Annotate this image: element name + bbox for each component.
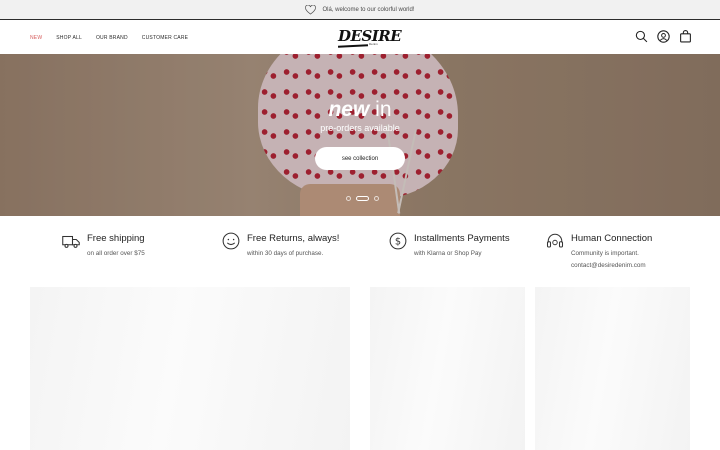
cart-icon[interactable] <box>679 30 692 43</box>
svg-text:$: $ <box>395 236 401 247</box>
heart-icon <box>305 4 317 15</box>
slider-dot-active[interactable] <box>356 196 369 201</box>
slider-dot[interactable] <box>346 196 351 201</box>
hero-banner: new in pre-orders available see collecti… <box>0 54 720 216</box>
smile-icon <box>222 232 240 250</box>
main-nav: NEW SHOP ALL OUR BRAND CUSTOMER CARE <box>30 21 202 54</box>
feature-subtitle: Community is important. contact@desirede… <box>571 248 646 272</box>
truck-icon <box>62 235 80 248</box>
feature-title: Installments Payments <box>414 233 510 244</box>
feature-subtitle: with Klarna or Shop Pay <box>414 250 482 257</box>
see-collection-button[interactable]: see collection <box>315 147 405 170</box>
feature-title: Free Returns, always! <box>247 233 340 244</box>
announcement-bar: Olá, welcome to our colorful world! <box>0 0 720 20</box>
feature-subtitle: within 30 days of purchase. <box>247 250 324 257</box>
brand-logo[interactable]: DESIRE Denim <box>336 27 402 49</box>
hero-overlay <box>0 54 720 216</box>
slider-dots <box>346 196 379 201</box>
features-row: Free shipping on all order over $75 Free… <box>0 216 720 288</box>
feature-subtitle-line: Community is important. <box>571 250 639 257</box>
feature-title: Free shipping <box>87 233 145 244</box>
dollar-icon: $ <box>389 232 407 250</box>
headset-icon <box>546 233 564 248</box>
nav-new[interactable]: NEW <box>30 35 42 41</box>
nav-customer-care[interactable]: CUSTOMER CARE <box>142 35 188 41</box>
logo-underline <box>337 44 369 48</box>
hero-subtitle: pre-orders available <box>320 123 400 133</box>
hero-title: new in <box>0 98 720 122</box>
search-icon[interactable] <box>635 30 648 43</box>
logo-subtext: Denim <box>369 42 378 46</box>
header-icons <box>635 30 692 43</box>
contact-email-link[interactable]: contact@desiredenim.com <box>571 262 646 269</box>
hero-title-rest: in <box>369 98 392 121</box>
account-icon[interactable] <box>657 30 670 43</box>
product-card-placeholder[interactable] <box>535 287 690 450</box>
nav-shop-all[interactable]: SHOP ALL <box>56 35 82 41</box>
hero-title-emphasis: new <box>328 98 370 121</box>
product-card-placeholder[interactable] <box>30 287 350 450</box>
feature-subtitle: on all order over $75 <box>87 250 145 257</box>
product-card-placeholder[interactable] <box>370 287 525 450</box>
nav-our-brand[interactable]: OUR BRAND <box>96 35 128 41</box>
slider-dot[interactable] <box>374 196 379 201</box>
feature-title: Human Connection <box>571 233 653 244</box>
announcement-text: Olá, welcome to our colorful world! <box>322 6 415 13</box>
site-header: NEW SHOP ALL OUR BRAND CUSTOMER CARE DES… <box>0 21 720 54</box>
